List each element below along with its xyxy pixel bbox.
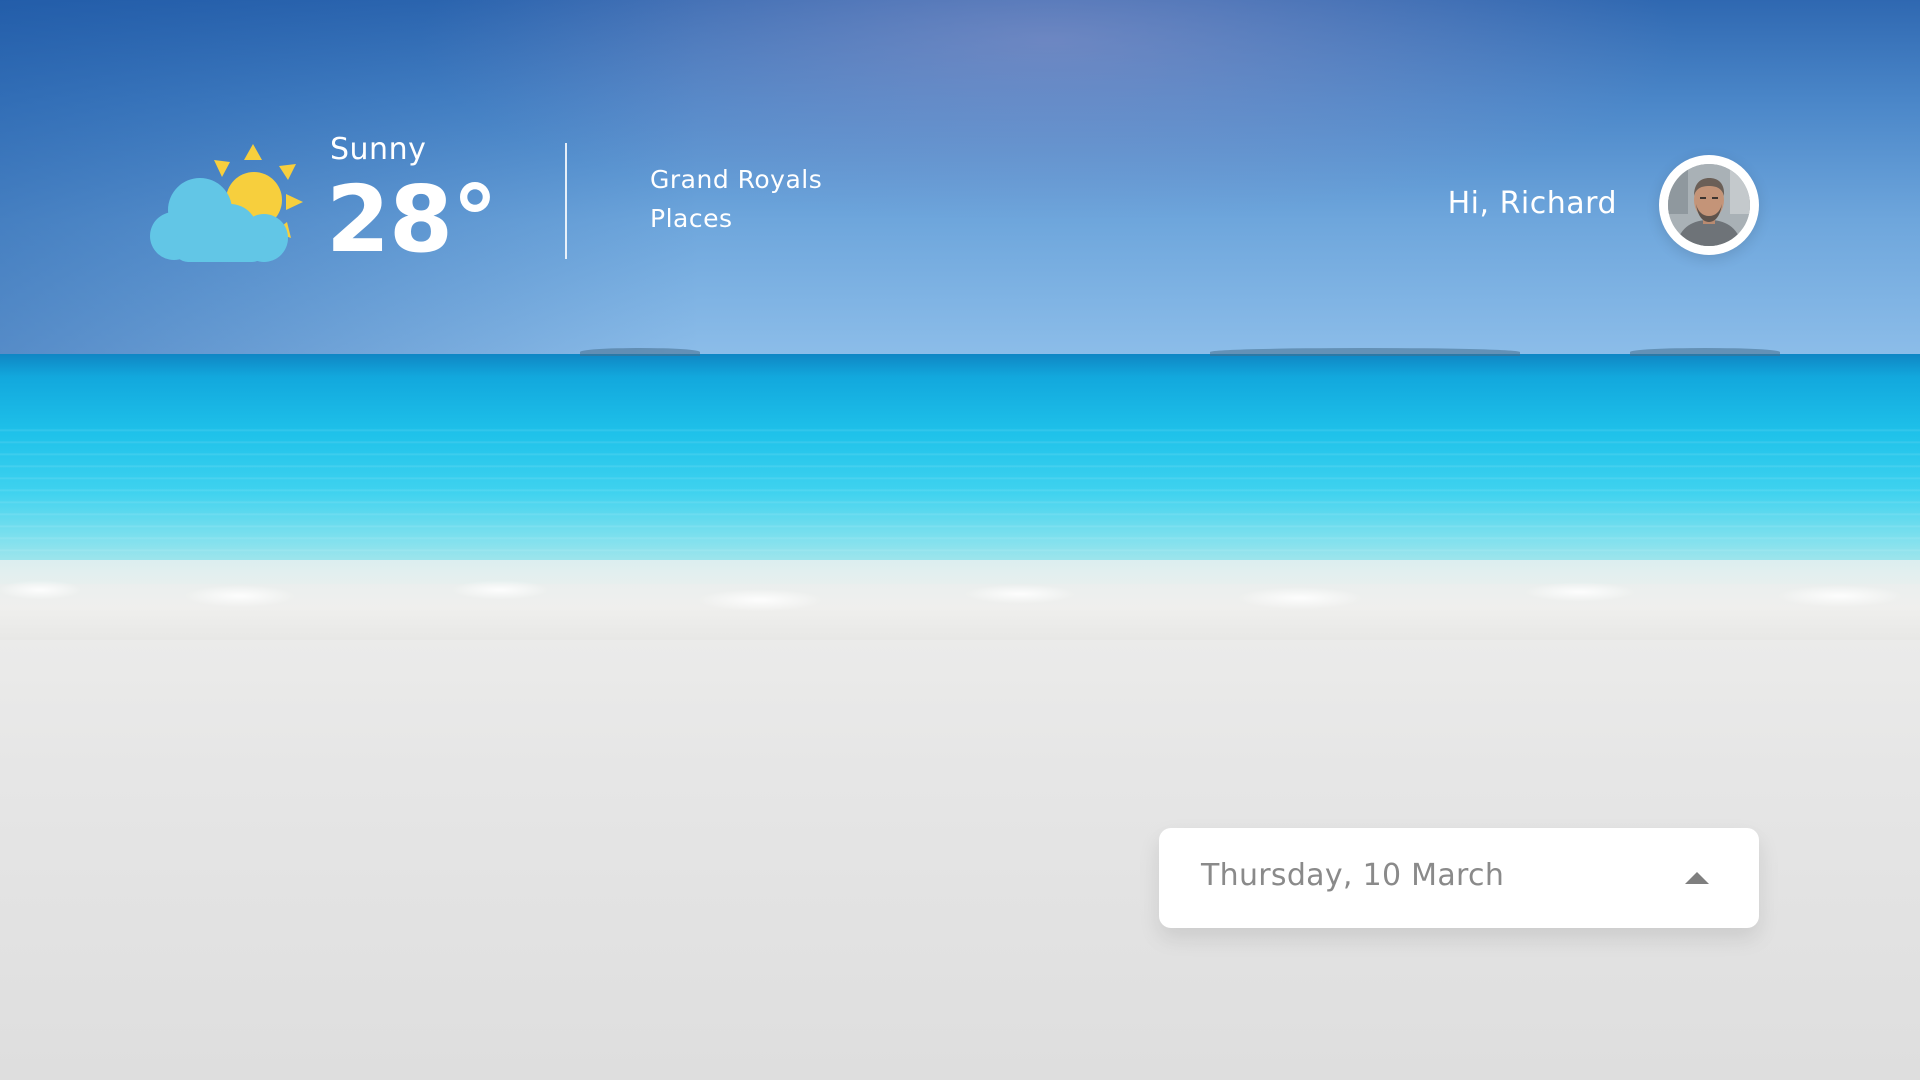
sea-waves	[0, 420, 1920, 560]
selected-date: Thursday, 10 March	[1201, 858, 1505, 893]
surf-foam	[0, 560, 1920, 640]
distant-island	[580, 348, 700, 356]
person-icon	[1668, 164, 1750, 246]
partly-sunny-cloud-icon	[150, 144, 303, 262]
user-avatar[interactable]	[1659, 155, 1759, 255]
location-name: Grand Royals Places	[650, 160, 822, 238]
date-dropdown[interactable]: Thursday, 10 March	[1159, 828, 1759, 928]
caret-up-icon[interactable]	[1685, 872, 1709, 884]
user-greeting: Hi, Richard	[1447, 186, 1617, 221]
beach-background: Sunny 28° Grand Royals Places Hi, Richar…	[0, 0, 1920, 1080]
distant-island	[1210, 348, 1520, 356]
temperature: 28°	[326, 166, 498, 273]
header-divider	[565, 143, 567, 259]
location-line-1: Grand Royals	[650, 165, 823, 194]
distant-island	[1630, 348, 1780, 356]
weather-condition: Sunny	[330, 132, 427, 167]
location-line-2: Places	[650, 204, 733, 233]
avatar-photo	[1668, 164, 1750, 246]
